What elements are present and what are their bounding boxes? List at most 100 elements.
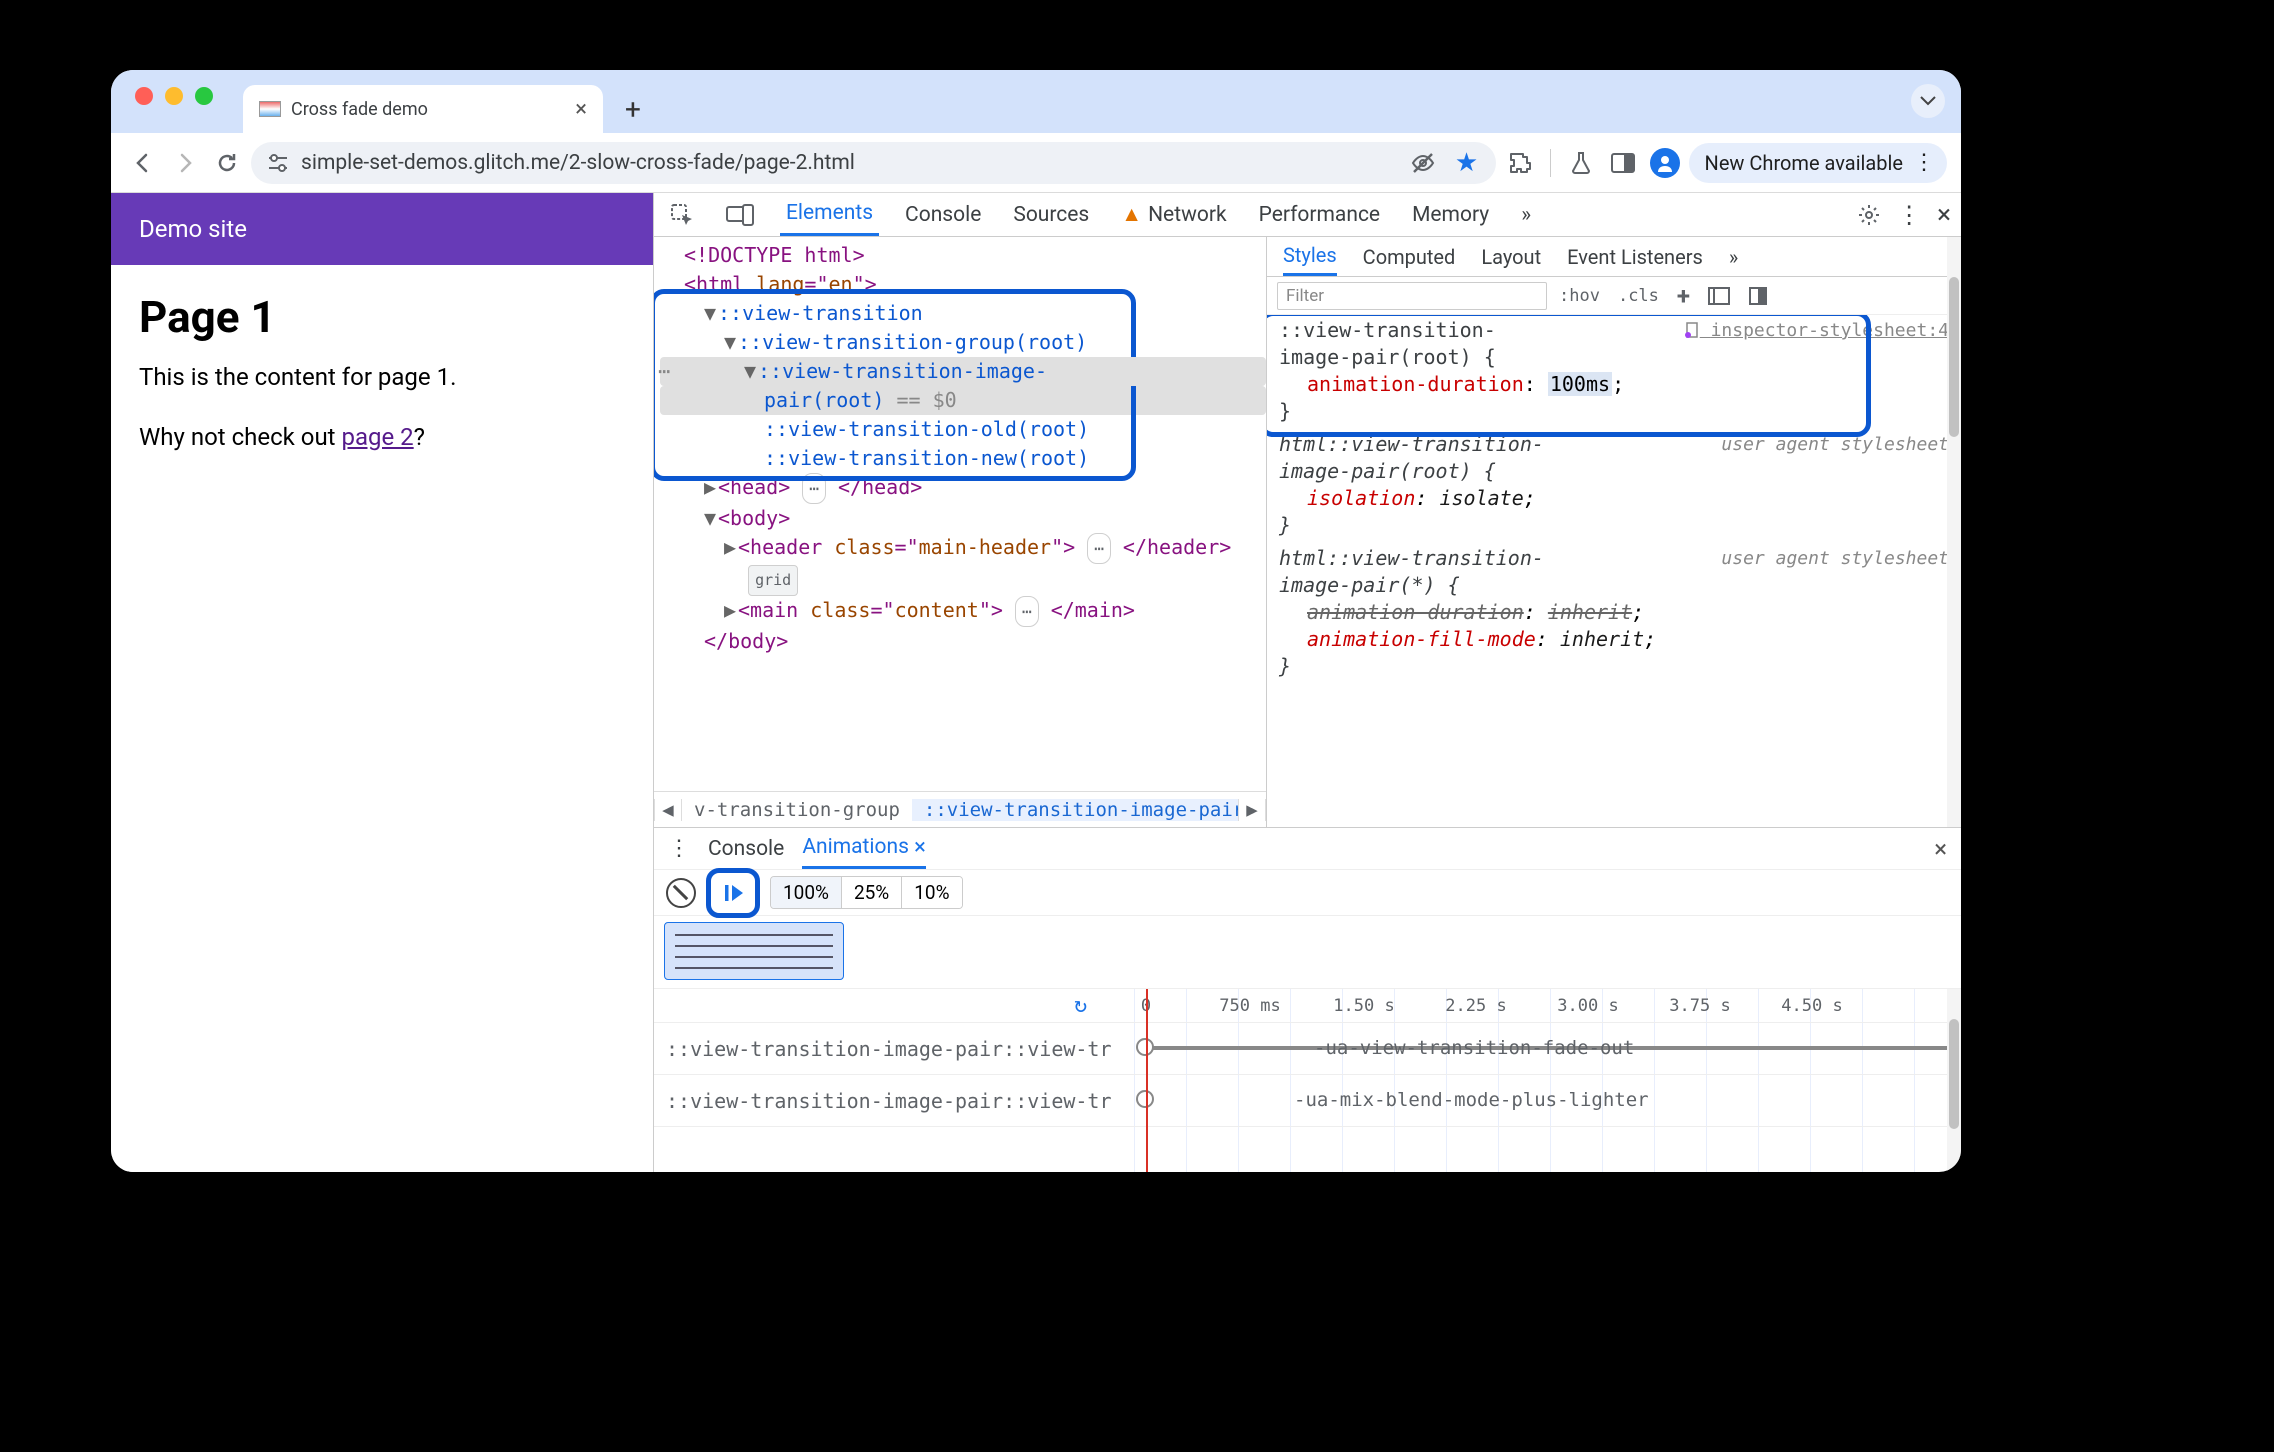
maximize-window-icon[interactable]	[195, 87, 213, 105]
animation-group-thumb[interactable]	[664, 922, 844, 980]
devtools-tabs: Elements Console Sources ▲Network Perfor…	[654, 193, 1961, 237]
settings-gear-icon[interactable]	[1857, 203, 1881, 227]
css-rule[interactable]: user agent stylesheet html::view-transit…	[1279, 545, 1949, 680]
speed-10[interactable]: 10%	[902, 877, 961, 908]
kebab-menu-icon[interactable]: ⋮	[1897, 201, 1921, 229]
tab-memory[interactable]: Memory	[1406, 193, 1495, 236]
animation-tracks: ::view-transition-image-pair::view-tr -u…	[654, 1023, 1961, 1127]
breadcrumb-item-active[interactable]: ::view-transition-image-pair	[912, 799, 1238, 821]
styles-pane: Styles Computed Layout Event Listeners »…	[1266, 237, 1961, 827]
tab-close-icon[interactable]: ×	[575, 97, 587, 122]
keyframe-start-handle[interactable]	[1136, 1038, 1154, 1056]
grid-badge[interactable]: grid	[748, 565, 798, 596]
keyframe-start-handle[interactable]	[1136, 1090, 1154, 1108]
browser-tab[interactable]: Cross fade demo ×	[243, 85, 603, 133]
eye-off-icon[interactable]	[1410, 150, 1436, 176]
animation-name: -ua-mix-blend-mode-plus-lighter	[1294, 1089, 1649, 1111]
styles-filter-input[interactable]: Filter	[1277, 282, 1547, 310]
css-rule[interactable]: user agent stylesheet html::view-transit…	[1279, 431, 1949, 539]
animation-name: -ua-view-transition-fade-out	[1314, 1037, 1634, 1059]
extensions-icon[interactable]	[1502, 145, 1538, 181]
dom-node[interactable]: <!DOCTYPE html>	[660, 241, 1266, 270]
close-devtools-icon[interactable]: ×	[1937, 200, 1951, 230]
update-chip[interactable]: New Chrome available ⋮	[1689, 143, 1947, 183]
replay-icon[interactable]: ↻	[1074, 993, 1087, 1018]
tab-performance[interactable]: Performance	[1253, 193, 1386, 236]
computed-toggle-icon[interactable]	[1742, 286, 1774, 306]
dom-node-selected[interactable]: ⋯ ▼::view-transition-image-	[660, 357, 1266, 386]
dom-node[interactable]: ▶<main class="content"> ⋯ </main>	[660, 596, 1266, 627]
playhead[interactable]	[1146, 989, 1148, 1172]
dom-node[interactable]: ▼<body>	[660, 504, 1266, 533]
breadcrumb-scroll-right[interactable]: ▶	[1238, 799, 1266, 821]
drawer-close-icon[interactable]: ×	[1934, 835, 1947, 863]
bookmark-star-icon[interactable]: ★	[1454, 150, 1480, 176]
panels-icon[interactable]	[1605, 145, 1641, 181]
cls-button[interactable]: .cls	[1612, 286, 1665, 306]
tabs-overflow[interactable]: »	[1515, 193, 1537, 236]
tab-network[interactable]: ▲Network	[1115, 193, 1232, 236]
back-button[interactable]	[125, 145, 161, 181]
profile-avatar[interactable]	[1647, 145, 1683, 181]
page-pane: Demo site Page 1 This is the content for…	[111, 193, 653, 1172]
reload-button[interactable]	[209, 145, 245, 181]
dom-tree[interactable]: <!DOCTYPE html> <html lang="en"> ▼::view…	[654, 237, 1266, 791]
scrollbar[interactable]	[1947, 237, 1961, 827]
animation-groups-row	[654, 916, 1961, 989]
tab-title: Cross fade demo	[291, 99, 428, 120]
toggle-common-icon[interactable]	[1702, 287, 1736, 305]
styles-tabs-more[interactable]: »	[1729, 245, 1738, 269]
scrollbar-thumb[interactable]	[1949, 277, 1959, 437]
more-menu-icon[interactable]: ⋮	[1913, 150, 1933, 175]
play-pause-button[interactable]	[716, 876, 750, 910]
favicon-icon	[259, 101, 281, 117]
new-tab-button[interactable]: +	[613, 89, 653, 129]
styles-tab-computed[interactable]: Computed	[1363, 245, 1456, 269]
tab-console[interactable]: Console	[899, 193, 987, 236]
dom-node[interactable]: </body>	[660, 627, 1266, 656]
content-area: Demo site Page 1 This is the content for…	[111, 193, 1961, 1172]
breadcrumb-scroll-left[interactable]: ◀	[654, 799, 682, 821]
drawer-scrollbar[interactable]	[1947, 989, 1961, 1172]
timeline-ruler[interactable]: ↻ 0 750 ms 1.50 s 2.25 s 3.00 s 3.75 s 4…	[654, 989, 1961, 1023]
dom-node[interactable]: ▶<header class="main-header"> ⋯ </header…	[660, 533, 1266, 564]
breadcrumb-item[interactable]: v-transition-group	[682, 799, 912, 821]
close-window-icon[interactable]	[135, 87, 153, 105]
animation-track[interactable]: ::view-transition-image-pair::view-tr -u…	[654, 1023, 1961, 1075]
speed-25[interactable]: 25%	[842, 877, 902, 908]
new-rule-button[interactable]: +	[1671, 282, 1696, 310]
collapsed-icon[interactable]: ⋯	[1087, 533, 1111, 564]
hov-button[interactable]: :hov	[1553, 286, 1606, 306]
device-toggle-icon[interactable]	[720, 193, 760, 236]
page-body: Page 1 This is the content for page 1. W…	[111, 265, 653, 498]
styles-tab-styles[interactable]: Styles	[1283, 237, 1337, 276]
page-link[interactable]: page 2	[341, 423, 413, 451]
drawer-menu-icon[interactable]: ⋮	[668, 836, 690, 861]
site-settings-icon[interactable]	[267, 153, 289, 173]
collapsed-icon[interactable]: ⋯	[1015, 596, 1039, 627]
css-rules[interactable]: inspector-stylesheet:4 ::view-transition…	[1267, 315, 1961, 827]
highlight-annotation	[706, 868, 760, 918]
inspect-element-icon[interactable]	[664, 193, 700, 236]
tab-sources[interactable]: Sources	[1007, 193, 1095, 236]
tab-elements[interactable]: Elements	[780, 193, 879, 236]
drawer-tab-console[interactable]: Console	[708, 837, 784, 861]
tab-network-label: Network	[1148, 203, 1227, 227]
styles-tab-layout[interactable]: Layout	[1481, 245, 1541, 269]
drawer-tab-animations[interactable]: Animations ×	[802, 828, 926, 869]
forward-button[interactable]	[167, 145, 203, 181]
clear-animations-icon[interactable]	[666, 878, 696, 908]
omnibox[interactable]: simple-set-demos.glitch.me/2-slow-cross-…	[251, 142, 1496, 184]
tabs-overflow-button[interactable]	[1911, 84, 1945, 118]
page-title: Page 1	[139, 291, 625, 343]
speed-100[interactable]: 100%	[771, 877, 842, 908]
labs-flask-icon[interactable]	[1563, 145, 1599, 181]
rule-close: }	[1279, 512, 1949, 539]
animations-toolbar: 100% 25% 10%	[654, 870, 1961, 916]
minimize-window-icon[interactable]	[165, 87, 183, 105]
drawer-tab-close-icon[interactable]: ×	[914, 835, 926, 860]
animation-track[interactable]: ::view-transition-image-pair::view-tr -u…	[654, 1075, 1961, 1127]
scrollbar-thumb[interactable]	[1949, 1019, 1959, 1129]
styles-tab-listeners[interactable]: Event Listeners	[1567, 245, 1703, 269]
page-header-title: Demo site	[139, 215, 247, 243]
